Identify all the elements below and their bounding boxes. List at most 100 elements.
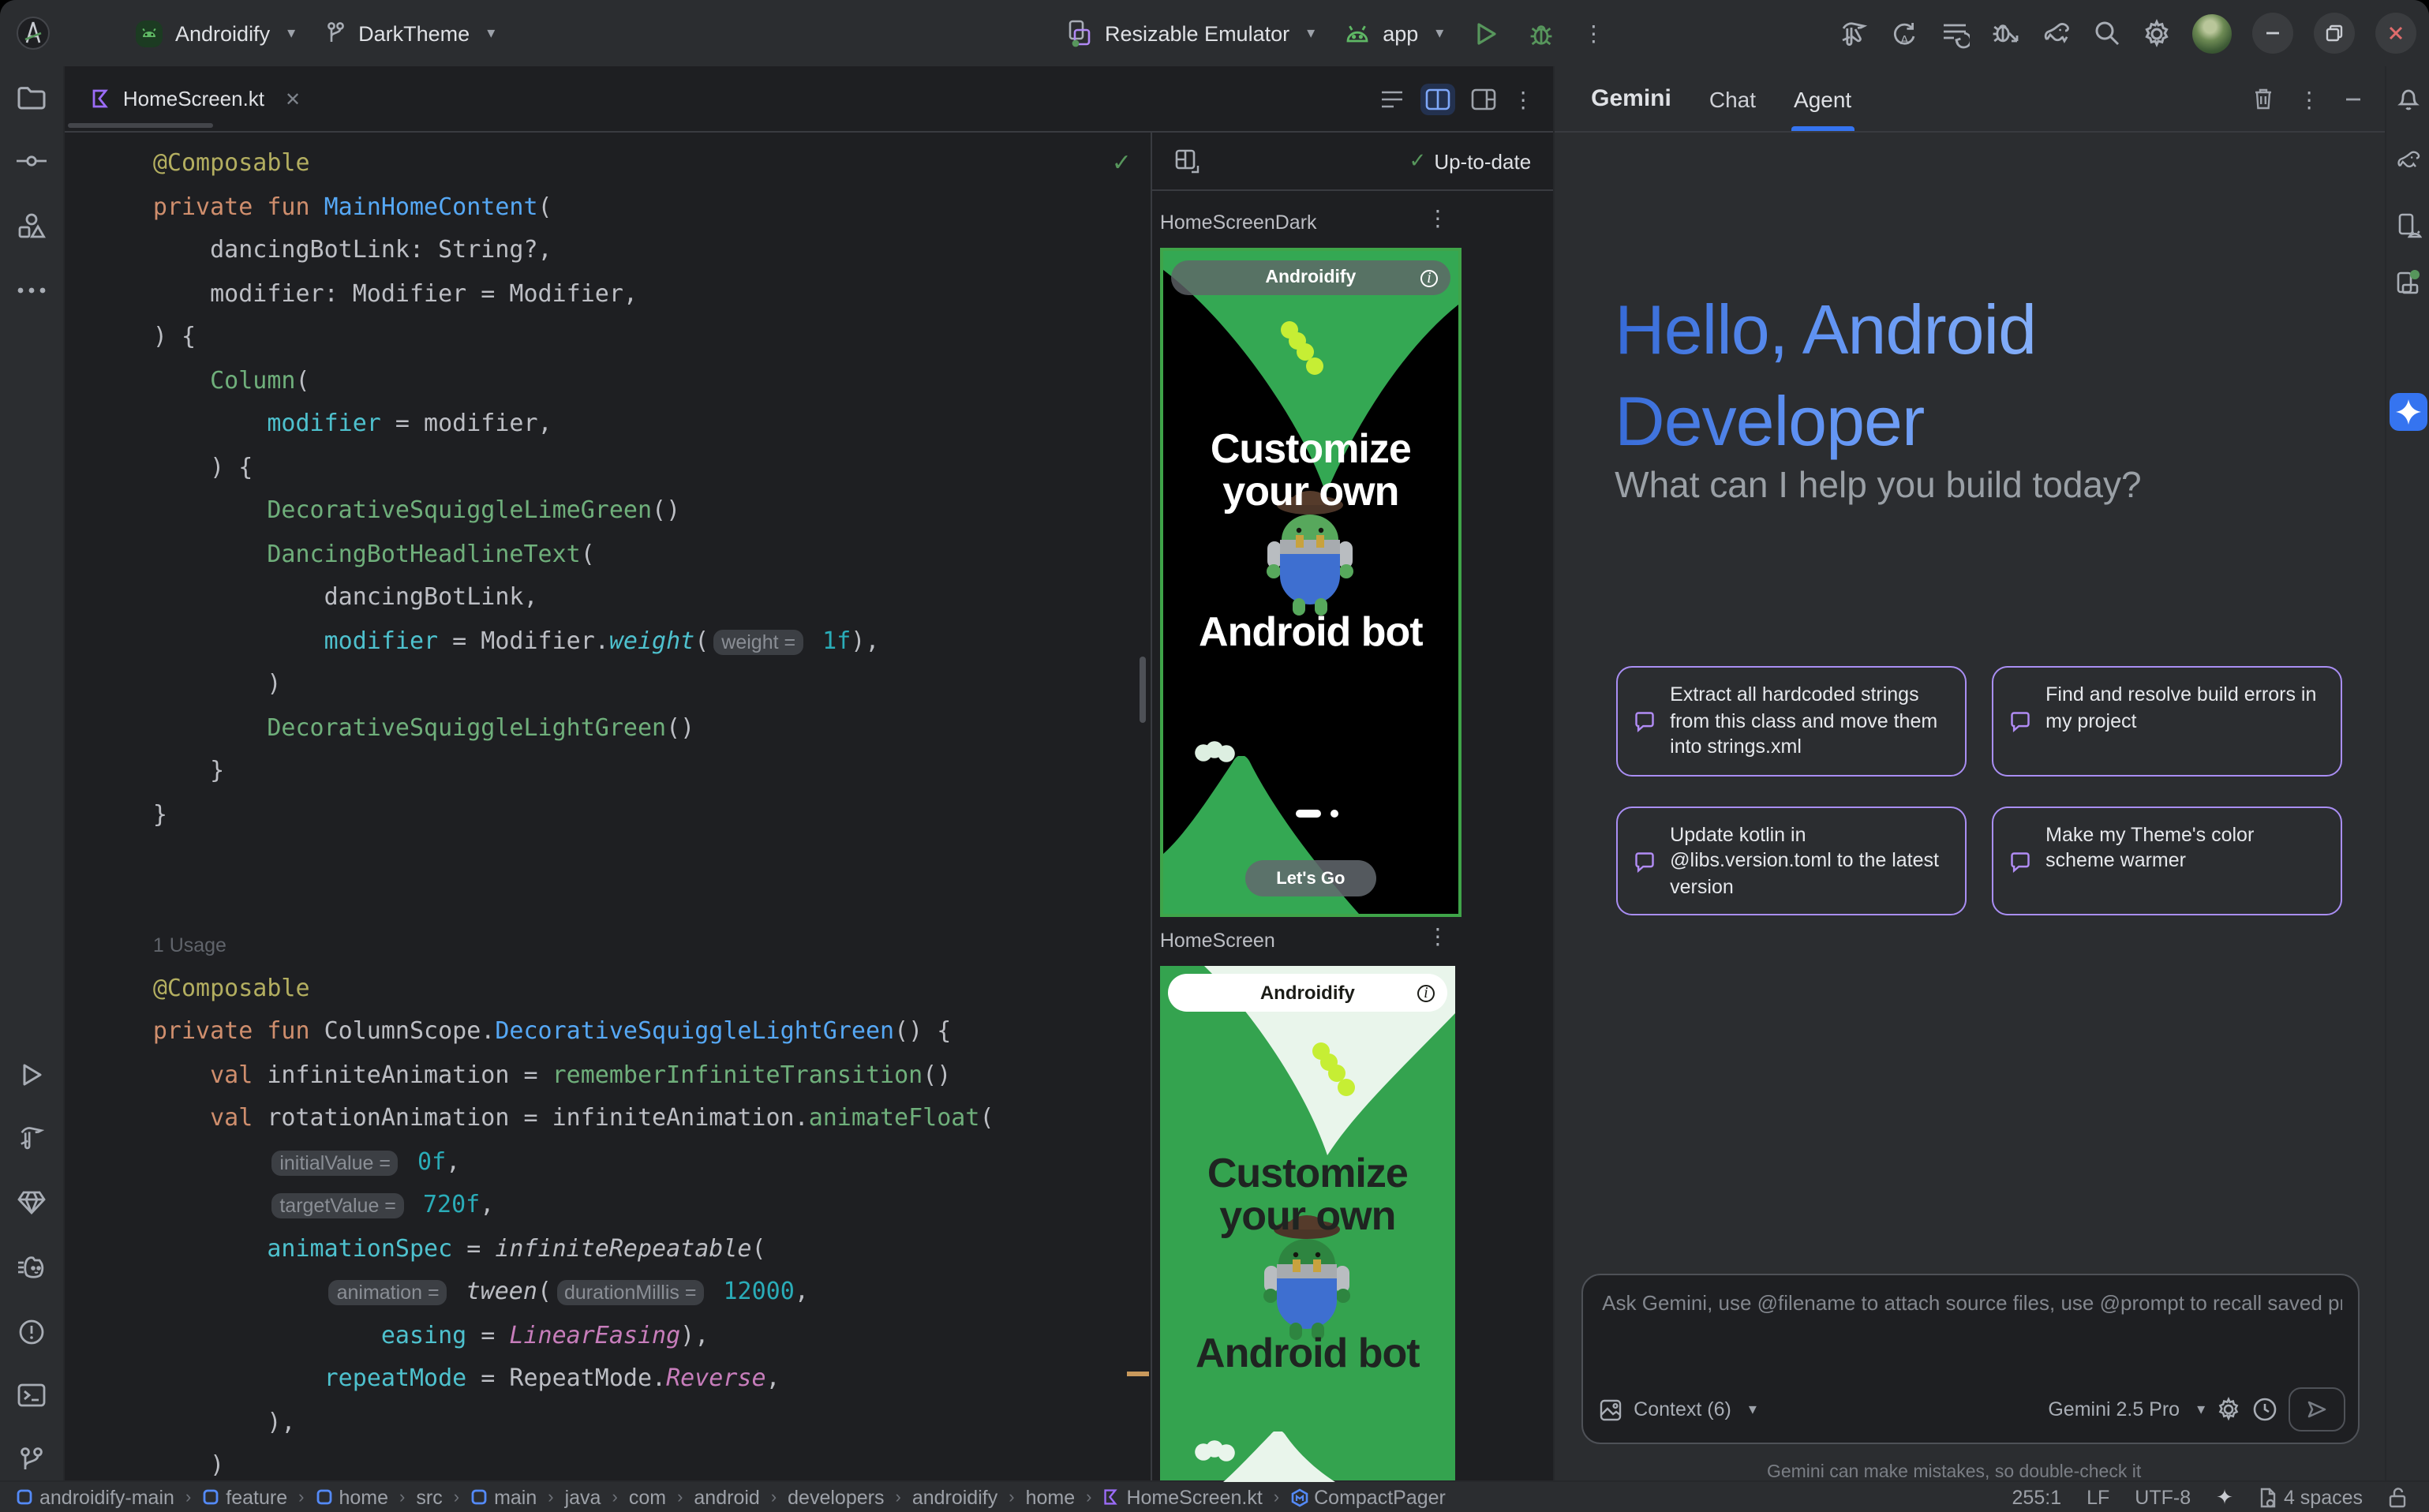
preview-card-homescreendark[interactable]: Androidify i Customize your own xyxy=(1160,248,1462,917)
send-button[interactable] xyxy=(2289,1387,2345,1432)
code-line[interactable]: modifier: Modifier = Modifier, xyxy=(153,272,994,316)
version-control-icon[interactable] xyxy=(19,1447,44,1473)
caret-position[interactable]: 255:1 xyxy=(2012,1486,2062,1508)
tab-agent[interactable]: Agent xyxy=(1794,66,1851,131)
close-button[interactable] xyxy=(2375,13,2416,54)
context-selector[interactable]: Context (6) xyxy=(1634,1398,1731,1420)
attach-image-icon[interactable] xyxy=(1599,1398,1622,1421)
code-line[interactable]: private fun MainHomeContent( xyxy=(153,185,994,229)
device-selector[interactable]: Resizable Emulator ▾ xyxy=(1067,19,1315,47)
lets-go-button[interactable]: Let's Go xyxy=(1245,860,1376,896)
code-line[interactable]: ) { xyxy=(153,446,994,489)
code-line[interactable]: @Composable xyxy=(153,142,994,185)
ai-sparkle-icon[interactable]: ✦ xyxy=(2216,1484,2233,1510)
preview-card-homescreen[interactable]: Androidify i Customize your own xyxy=(1160,966,1455,1482)
code-line[interactable]: 1 Usage xyxy=(153,923,994,967)
minimize-button[interactable] xyxy=(2252,13,2293,54)
tab-homescreen-kt[interactable]: HomeScreen.kt ✕ xyxy=(65,66,316,131)
code-line[interactable]: @Composable xyxy=(153,967,994,1010)
tab-scroll-indicator[interactable] xyxy=(68,123,213,128)
line-separator[interactable]: LF xyxy=(2087,1486,2109,1508)
tab-chat[interactable]: Chat xyxy=(1709,66,1756,131)
build-project-icon[interactable] xyxy=(1839,18,1869,48)
editor-scrollbar[interactable] xyxy=(1140,657,1146,723)
run-configuration-selector[interactable]: app ▾ xyxy=(1343,21,1443,45)
settings-gear-icon[interactable] xyxy=(2142,18,2172,48)
code-line[interactable]: } xyxy=(153,750,994,793)
more-tool-windows-icon[interactable] xyxy=(17,287,46,294)
code-line[interactable]: repeatMode = RepeatMode.Reverse, xyxy=(153,1357,994,1401)
problems-tool-window-icon[interactable] xyxy=(18,1319,45,1345)
code-line[interactable]: targetValue = 720f, xyxy=(153,1184,994,1227)
gemini-settings-icon[interactable] xyxy=(2216,1397,2241,1422)
code-line[interactable]: easing = LinearEasing), xyxy=(153,1314,994,1357)
code-line[interactable]: modifier = modifier, xyxy=(153,402,994,446)
unlock-icon[interactable] xyxy=(2388,1486,2407,1508)
code-line[interactable]: dancingBotLink: String?, xyxy=(153,229,994,272)
breadcrumb-item[interactable]: CompactPager xyxy=(1290,1486,1446,1508)
split-view-icon[interactable] xyxy=(1420,83,1455,114)
code-line[interactable]: Column( xyxy=(153,359,994,402)
sync-gradle-icon[interactable] xyxy=(2041,18,2072,48)
code-line[interactable]: dancingBotLink, xyxy=(153,576,994,619)
gemini-options-icon[interactable]: ⋮ xyxy=(2298,88,2320,110)
breadcrumb-item[interactable]: feature xyxy=(202,1486,287,1508)
inspections-ok-icon[interactable]: ✓ xyxy=(1112,148,1132,177)
indent-setting[interactable]: 4 spaces xyxy=(2259,1486,2363,1508)
gradle-tool-window-icon[interactable] xyxy=(2393,148,2422,174)
build-tool-window-icon[interactable] xyxy=(17,1124,46,1152)
apply-code-changes-icon[interactable] xyxy=(1940,18,1970,48)
code-line[interactable]: DecorativeSquiggleLimeGreen() xyxy=(153,489,994,533)
breadcrumb-item[interactable]: developers xyxy=(788,1486,884,1508)
running-devices-icon[interactable] xyxy=(2394,269,2421,296)
clear-chat-trash-icon[interactable] xyxy=(2252,87,2274,110)
attach-debugger-icon[interactable] xyxy=(1990,18,2020,48)
notifications-bell-icon[interactable] xyxy=(2395,84,2420,111)
breadcrumb-item[interactable]: java xyxy=(565,1486,601,1508)
search-everywhere-icon[interactable] xyxy=(2093,19,2121,47)
code-line[interactable]: ) xyxy=(153,1444,994,1480)
preview-layout-icon[interactable] xyxy=(1174,148,1200,174)
code-line[interactable]: ), xyxy=(153,1401,994,1444)
vcs-branch-selector[interactable]: DarkTheme ▾ xyxy=(324,21,495,46)
user-avatar[interactable] xyxy=(2192,13,2232,53)
profiler-icon[interactable] xyxy=(17,1256,47,1279)
breadcrumb-item[interactable]: home xyxy=(315,1486,388,1508)
run-button[interactable] xyxy=(1472,20,1499,47)
suggestion-card[interactable]: Extract all hardcoded strings from this … xyxy=(1616,666,1967,776)
code-line[interactable]: initialValue = 0f, xyxy=(153,1140,994,1184)
code-line[interactable]: val infiniteAnimation = rememberInfinite… xyxy=(153,1054,994,1097)
breadcrumb-item[interactable]: main xyxy=(470,1486,537,1508)
gemini-input-box[interactable]: Ask Gemini, use @filename to attach sour… xyxy=(1581,1274,2360,1444)
info-icon[interactable]: i xyxy=(1417,984,1435,1001)
resource-manager-icon[interactable] xyxy=(17,212,46,239)
code-line[interactable] xyxy=(153,880,994,923)
breadcrumb-item[interactable]: androidify-main xyxy=(16,1486,174,1508)
apply-changes-icon[interactable]: A xyxy=(1889,18,1919,48)
code-line[interactable]: modifier = Modifier.weight(weight = 1f), xyxy=(153,619,994,663)
history-clock-icon[interactable] xyxy=(2252,1397,2277,1422)
suggestion-card[interactable]: Make my Theme's color scheme warmer xyxy=(1992,806,2342,915)
project-tool-window-icon[interactable] xyxy=(17,85,47,110)
preview-view-icon[interactable] xyxy=(1471,88,1496,110)
code-line[interactable]: DancingBotHeadlineText( xyxy=(153,533,994,576)
preview-name-dark[interactable]: HomeScreenDark xyxy=(1160,211,1317,234)
suggestion-card[interactable]: Update kotlin in @libs.version.toml to t… xyxy=(1616,806,1967,915)
code-line[interactable]: private fun ColumnScope.DecorativeSquigg… xyxy=(153,1010,994,1054)
breadcrumbs[interactable]: androidify-main›feature›home›src›main›ja… xyxy=(16,1486,2012,1508)
suggestion-card[interactable]: Find and resolve build errors in my proj… xyxy=(1992,666,2342,776)
info-icon[interactable]: i xyxy=(1420,269,1438,286)
breadcrumb-item[interactable]: android xyxy=(694,1486,759,1508)
debug-button[interactable] xyxy=(1527,20,1554,47)
code-editor[interactable]: @Composableprivate fun MainHomeContent( … xyxy=(65,133,1151,1480)
code-line[interactable]: DecorativeSquiggleLightGreen() xyxy=(153,706,994,750)
code-line[interactable]: animation = tween(durationMillis = 12000… xyxy=(153,1271,994,1314)
code-line[interactable]: animationSpec = infiniteRepeatable( xyxy=(153,1227,994,1271)
gemini-tool-window-icon[interactable] xyxy=(2389,393,2427,431)
breadcrumb-item[interactable]: home xyxy=(1026,1486,1076,1508)
main-menu-icon[interactable] xyxy=(79,23,106,43)
preview-light-menu-icon[interactable]: ⋮ xyxy=(1424,925,1452,947)
preview-dark-menu-icon[interactable]: ⋮ xyxy=(1424,207,1452,229)
hide-panel-icon[interactable] xyxy=(2344,89,2363,108)
terminal-tool-window-icon[interactable] xyxy=(17,1383,46,1407)
